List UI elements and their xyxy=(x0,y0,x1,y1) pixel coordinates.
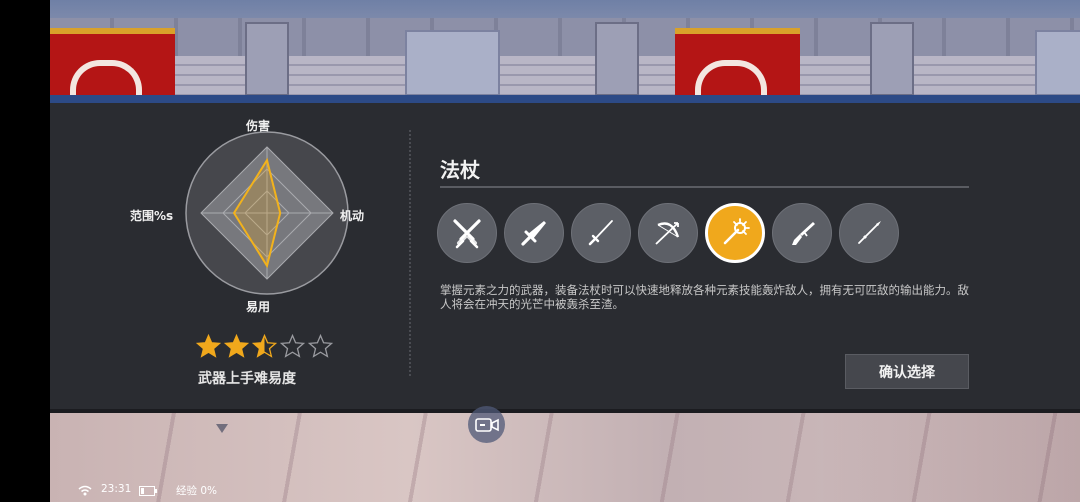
battery-icon xyxy=(139,486,157,496)
star-icon xyxy=(224,334,249,358)
greatsword-icon xyxy=(521,221,546,246)
left-black-strip xyxy=(0,0,50,502)
weapon-description: 掌握元素之力的武器，装备法杖时可以快速地释放各种元素技能轰炸敌人，拥有无可匹敌的… xyxy=(440,283,969,311)
record-button[interactable] xyxy=(468,406,505,443)
stone-pillar xyxy=(595,22,639,96)
spear-icon xyxy=(858,221,881,244)
video-camera-icon xyxy=(474,417,499,432)
katana-icon xyxy=(588,220,613,246)
weapon-option-bow[interactable] xyxy=(638,203,698,263)
weapon-option-spear[interactable] xyxy=(839,203,899,263)
staff-icon xyxy=(723,218,750,245)
stone-emblem xyxy=(405,30,500,96)
radar-label-range: 范围%s xyxy=(130,209,174,223)
wifi-icon xyxy=(78,485,92,496)
star-icon xyxy=(252,334,277,358)
dual-blades-icon xyxy=(453,219,481,249)
stone-pillar xyxy=(870,22,914,96)
stone-emblem xyxy=(1035,30,1080,96)
castle-stairs xyxy=(50,56,1080,96)
stone-pillar xyxy=(245,22,289,96)
red-banner xyxy=(675,28,800,96)
weapon-stats-radar: 伤害 机动 范围%s 易用 xyxy=(120,115,380,315)
down-arrow-icon xyxy=(216,424,228,433)
weapon-option-gun[interactable] xyxy=(772,203,832,263)
radar-label-ease: 易用 xyxy=(246,300,271,314)
panel-divider xyxy=(409,130,411,376)
weapon-option-staff[interactable] xyxy=(705,203,765,263)
confirm-button[interactable]: 确认选择 xyxy=(845,354,969,389)
difficulty-stars xyxy=(196,334,333,359)
radar-label-mobility: 机动 xyxy=(340,209,365,223)
weapon-option-dual-blades[interactable] xyxy=(437,203,497,263)
star-icon xyxy=(196,334,221,358)
star-icon xyxy=(308,334,333,358)
bow-icon xyxy=(655,222,680,245)
weapon-title: 法杖 xyxy=(440,158,480,182)
panel-header-bar xyxy=(50,95,1080,103)
weapon-selector xyxy=(437,203,899,263)
title-underline xyxy=(440,186,969,188)
status-bar: 23:31 经验 0% xyxy=(0,480,240,502)
experience-text: 经验 0% xyxy=(176,485,217,497)
weapon-option-katana[interactable] xyxy=(571,203,631,263)
red-banner xyxy=(50,28,175,96)
weapon-option-greatsword[interactable] xyxy=(504,203,564,263)
gun-icon xyxy=(792,222,815,245)
clock-text: 23:31 xyxy=(101,483,132,495)
difficulty-label: 武器上手难易度 xyxy=(198,371,296,387)
radar-label-damage: 伤害 xyxy=(246,119,271,133)
star-icon xyxy=(280,334,305,358)
castle-background-top xyxy=(50,0,1080,96)
floor-shade xyxy=(820,413,1080,502)
